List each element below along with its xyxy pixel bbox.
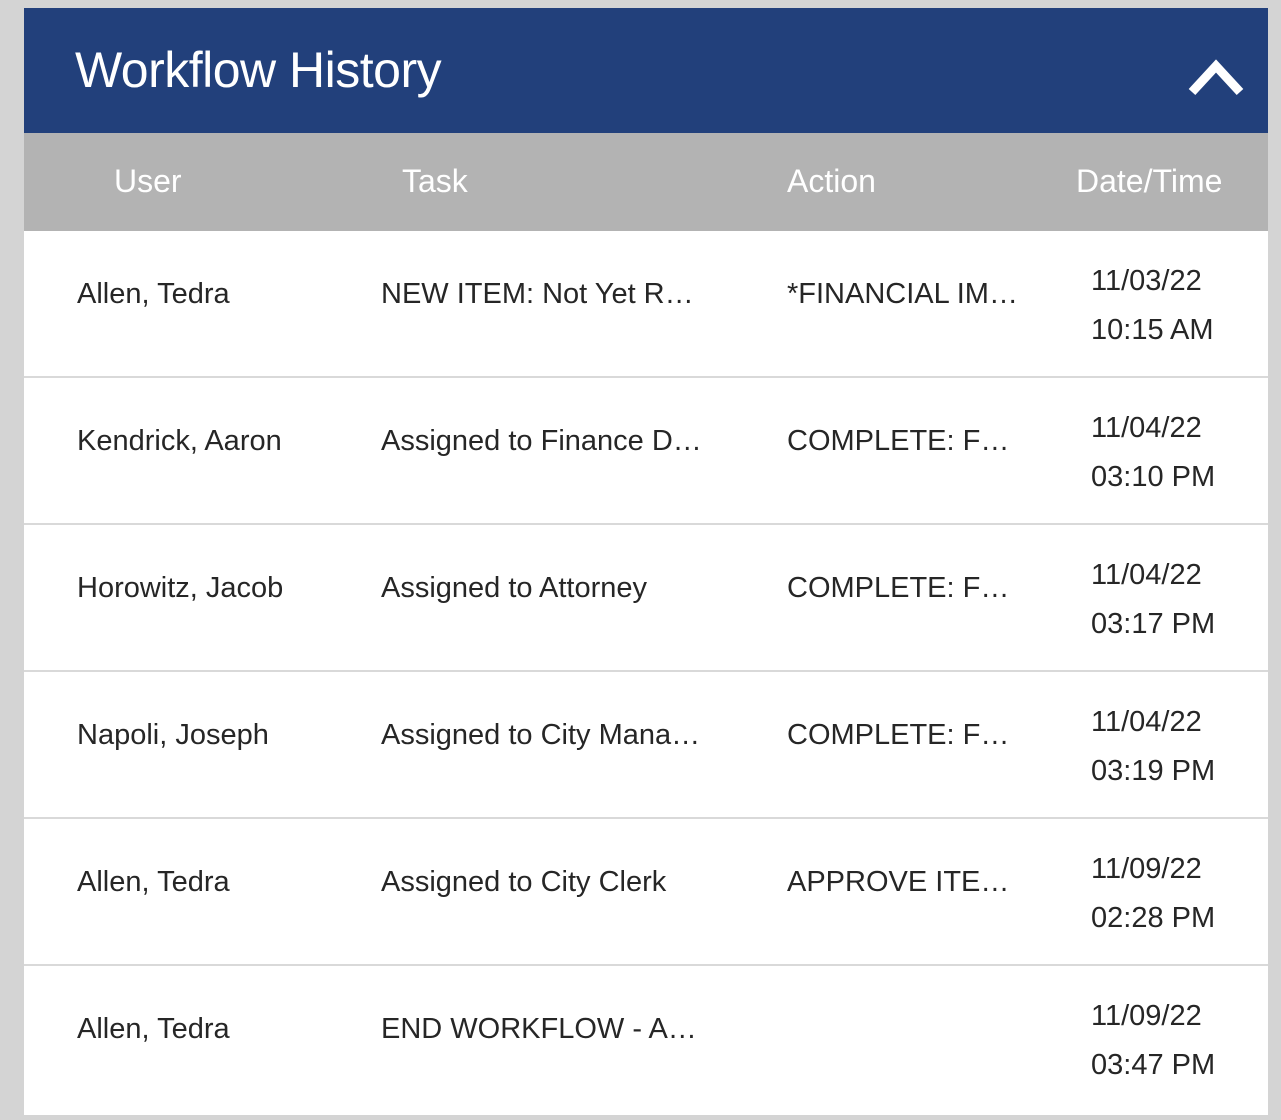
cell-time: 03:19 PM [1091,755,1216,787]
cell-task: NEW ITEM: Not Yet R… [381,278,694,310]
cell-time: 10:15 AM [1091,314,1214,346]
panel-header[interactable]: Workflow History [24,8,1268,133]
cell-date: 11/09/22 [1091,853,1202,885]
cell-user: Napoli, Joseph [77,719,269,751]
cell-time: 03:17 PM [1091,608,1216,640]
cell-date: 11/04/22 [1091,706,1202,738]
cell-time: 02:28 PM [1091,902,1216,934]
column-header-action[interactable]: Action [787,161,876,201]
cell-user: Kendrick, Aaron [77,425,282,457]
cell-task: Assigned to City Clerk [381,866,667,898]
cell-user: Allen, Tedra [77,866,230,898]
column-header-user[interactable]: User [114,161,182,201]
cell-time: 03:47 PM [1091,1049,1216,1081]
cell-datetime: 11/04/22 03:17 PM [1091,551,1215,649]
workflow-history-panel: Workflow History User Task Action Date/T… [24,8,1268,1115]
cell-user: Horowitz, Jacob [77,572,284,604]
cell-date: 11/04/22 [1091,559,1202,591]
cell-date: 11/04/22 [1091,412,1202,444]
table-row[interactable]: Allen, Tedra Assigned to City Clerk APPR… [24,819,1268,966]
cell-datetime: 11/03/22 10:15 AM [1091,257,1214,355]
cell-user: Allen, Tedra [77,1013,230,1045]
table-row[interactable]: Allen, Tedra END WORKFLOW - A… 11/09/22 … [24,966,1268,1111]
table-row[interactable]: Kendrick, Aaron Assigned to Finance D… C… [24,378,1268,525]
cell-task: Assigned to Attorney [381,572,647,604]
cell-action: COMPLETE: F… [787,719,1010,751]
cell-task: Assigned to City Mana… [381,719,701,751]
cell-task: END WORKFLOW - A… [381,1013,697,1045]
table-header: User Task Action Date/Time [24,133,1268,231]
cell-datetime: 11/09/22 03:47 PM [1091,992,1215,1090]
cell-date: 11/09/22 [1091,1000,1202,1032]
cell-time: 03:10 PM [1091,461,1216,493]
cell-action: APPROVE ITE… [787,866,1010,898]
cell-action: *FINANCIAL IM… [787,278,1018,310]
cell-datetime: 11/04/22 03:19 PM [1091,698,1215,796]
cell-action: COMPLETE: F… [787,425,1010,457]
table-row[interactable]: Allen, Tedra NEW ITEM: Not Yet R… *FINAN… [24,231,1268,378]
panel-title: Workflow History [75,42,442,98]
cell-date: 11/03/22 [1091,265,1202,297]
cell-action: COMPLETE: F… [787,572,1010,604]
chevron-up-icon[interactable] [1186,56,1246,98]
table-row[interactable]: Horowitz, Jacob Assigned to Attorney COM… [24,525,1268,672]
table-row[interactable]: Napoli, Joseph Assigned to City Mana… CO… [24,672,1268,819]
cell-user: Allen, Tedra [77,278,230,310]
column-header-datetime[interactable]: Date/Time [1076,161,1222,201]
table-body: Allen, Tedra NEW ITEM: Not Yet R… *FINAN… [24,231,1268,1111]
column-header-task[interactable]: Task [402,161,468,201]
cell-datetime: 11/04/22 03:10 PM [1091,404,1215,502]
cell-task: Assigned to Finance D… [381,425,702,457]
cell-datetime: 11/09/22 02:28 PM [1091,845,1215,943]
